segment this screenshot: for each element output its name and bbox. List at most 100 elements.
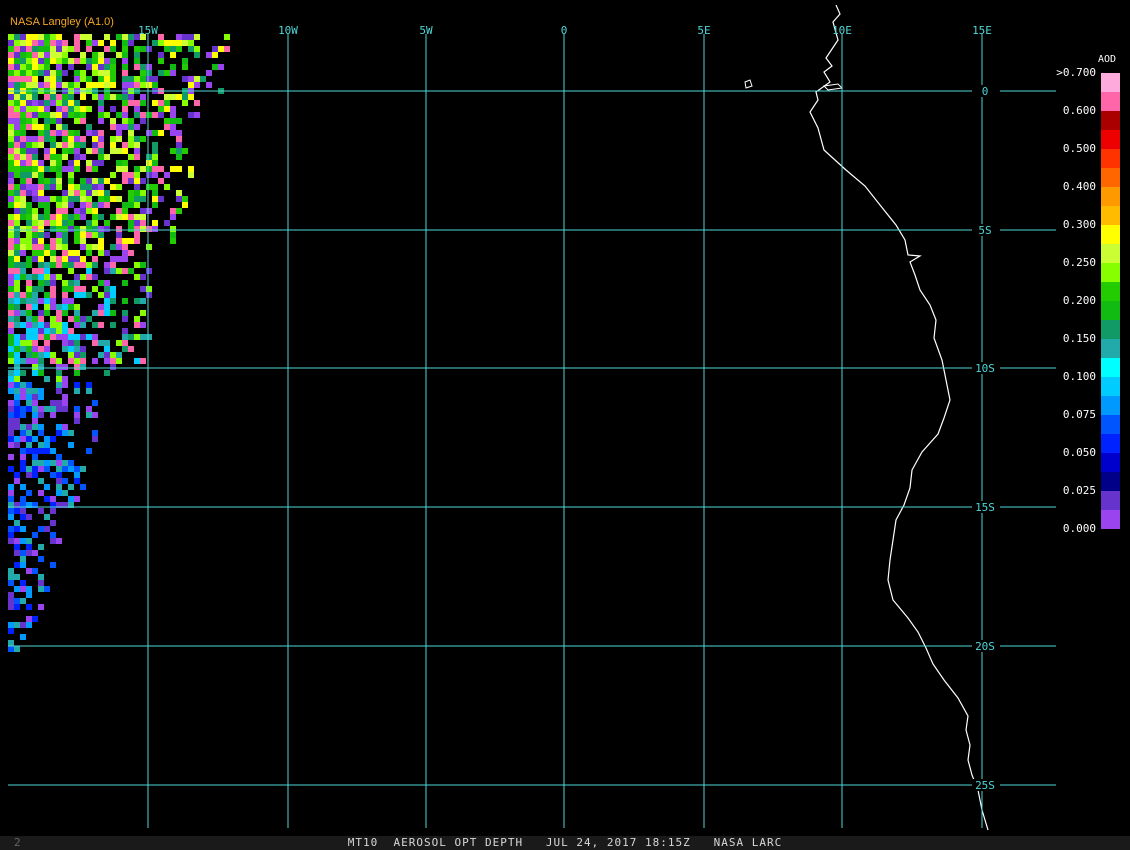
aod-pixel <box>134 100 140 106</box>
aod-pixel <box>68 304 74 310</box>
aod-pixel <box>74 232 80 238</box>
aod-pixel <box>14 202 20 208</box>
aod-pixel <box>110 292 116 298</box>
aod-pixel <box>62 286 68 292</box>
aod-pixel <box>14 508 20 514</box>
aod-pixel <box>44 292 50 298</box>
aod-pixel <box>152 40 158 46</box>
aod-pixel <box>32 412 38 418</box>
aod-pixel <box>14 382 20 388</box>
aod-pixel <box>20 406 26 412</box>
aod-pixel <box>80 190 86 196</box>
aod-pixel <box>44 496 50 502</box>
aod-pixel <box>62 40 68 46</box>
aod-pixel <box>104 346 110 352</box>
aod-pixel <box>134 136 140 142</box>
aod-pixel <box>32 208 38 214</box>
aod-pixel <box>56 304 62 310</box>
aod-pixel <box>44 58 50 64</box>
aod-pixel <box>68 64 74 70</box>
aod-pixel <box>8 256 14 262</box>
aod-pixel <box>26 238 32 244</box>
aod-pixel <box>56 46 62 52</box>
aod-pixel <box>38 262 44 268</box>
aod-pixel <box>116 94 122 100</box>
aod-pixel <box>32 358 38 364</box>
aod-pixel <box>140 322 146 328</box>
aod-pixel <box>128 76 134 82</box>
aod-pixel <box>80 52 86 58</box>
legend-swatch <box>1101 301 1120 320</box>
aod-pixel <box>122 280 128 286</box>
aod-pixel <box>26 178 32 184</box>
aod-pixel <box>134 64 140 70</box>
aod-pixel <box>110 352 116 358</box>
aod-pixel <box>188 172 194 178</box>
aod-pixel <box>38 364 44 370</box>
aod-pixel <box>38 172 44 178</box>
aod-pixel <box>14 226 20 232</box>
aod-pixel <box>122 52 128 58</box>
aod-pixel <box>56 382 62 388</box>
aod-pixel <box>32 46 38 52</box>
aod-pixel <box>182 76 188 82</box>
aod-pixel <box>128 172 134 178</box>
aod-pixel <box>116 52 122 58</box>
aod-pixel <box>38 328 44 334</box>
aod-pixel <box>8 334 14 340</box>
aod-pixel <box>38 316 44 322</box>
aod-pixel <box>14 424 20 430</box>
aod-pixel <box>44 322 50 328</box>
aod-pixel <box>110 46 116 52</box>
aod-pixel <box>44 298 50 304</box>
aod-pixel <box>8 262 14 268</box>
aod-pixel <box>38 136 44 142</box>
aod-pixel <box>44 436 50 442</box>
aod-pixel <box>8 490 14 496</box>
aod-pixel <box>98 106 104 112</box>
aod-pixel <box>140 334 146 340</box>
aod-pixel <box>158 112 164 118</box>
aod-pixel <box>110 214 116 220</box>
aod-pixel <box>80 34 86 40</box>
aod-pixel <box>158 34 164 40</box>
aod-pixel <box>26 40 32 46</box>
aod-pixel <box>8 220 14 226</box>
aod-pixel <box>134 58 140 64</box>
aod-pixel <box>134 334 140 340</box>
aod-pixel <box>56 100 62 106</box>
aod-pixel <box>32 250 38 256</box>
aod-pixel <box>110 70 116 76</box>
aod-pixel <box>8 184 14 190</box>
latitude-label: 25S <box>975 779 995 792</box>
aod-pixel <box>68 130 74 136</box>
aod-pixel <box>212 64 218 70</box>
aod-pixel <box>92 286 98 292</box>
latitude-label: 20S <box>975 640 995 653</box>
longitude-label: 0 <box>561 24 568 37</box>
aod-pixel <box>86 130 92 136</box>
aod-pixel <box>146 292 152 298</box>
aod-pixel <box>116 196 122 202</box>
aod-pixel <box>20 424 26 430</box>
aod-pixel <box>32 322 38 328</box>
legend-swatch <box>1101 263 1120 282</box>
aod-pixel <box>14 520 20 526</box>
aod-pixel <box>80 76 86 82</box>
aod-pixel <box>170 112 176 118</box>
aod-pixel <box>152 130 158 136</box>
aod-pixel <box>20 340 26 346</box>
aod-pixel <box>182 34 188 40</box>
aod-pixel <box>20 526 26 532</box>
aod-pixel <box>134 184 140 190</box>
aod-pixel <box>140 100 146 106</box>
aod-pixel <box>62 214 68 220</box>
aod-pixel <box>134 76 140 82</box>
aod-pixel <box>194 112 200 118</box>
aod-pixel <box>14 358 20 364</box>
aod-pixel <box>62 238 68 244</box>
aod-pixel <box>14 100 20 106</box>
aod-pixel <box>74 292 80 298</box>
aod-pixel <box>20 94 26 100</box>
aod-pixel <box>62 262 68 268</box>
